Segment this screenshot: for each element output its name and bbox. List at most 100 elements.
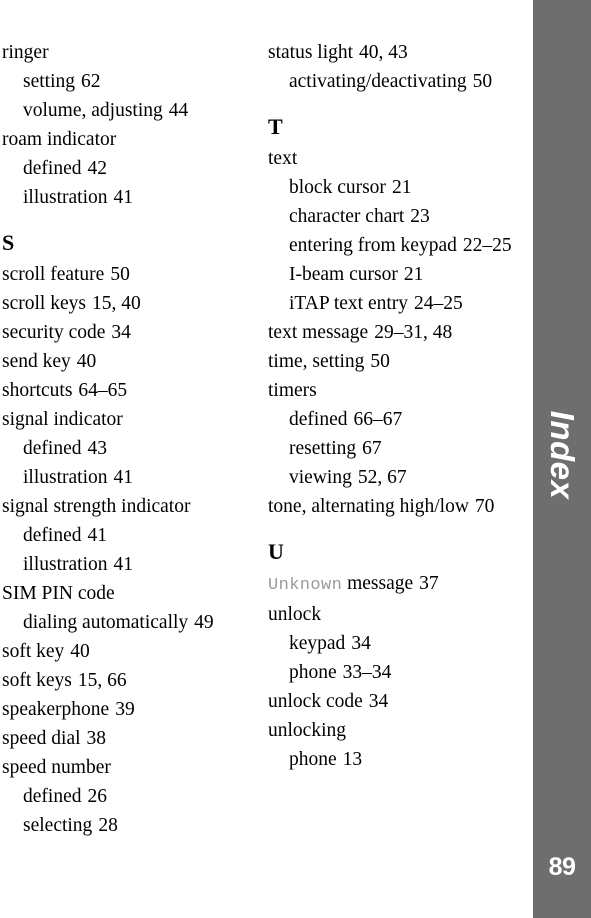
index-subentry: setting 62: [2, 67, 252, 96]
index-entry-label: selecting: [23, 815, 93, 836]
index-section-letter-t: T: [268, 114, 283, 139]
index-entry-pages: 50: [370, 351, 390, 372]
index-subentry: phone 13: [268, 745, 518, 774]
index-subentry: defined 66–67: [268, 405, 518, 434]
index-entry: roam indicator: [2, 125, 252, 154]
index-entry-label: defined: [23, 158, 82, 179]
index-entry-pages: 66–67: [353, 409, 403, 430]
index-entry: speakerphone 39: [2, 695, 252, 724]
index-entry-label: volume, adjusting: [23, 100, 163, 121]
index-entry-pages: 41: [87, 525, 107, 546]
index-entry-label: unlocking: [268, 720, 346, 741]
index-entry-label: defined: [289, 409, 348, 430]
index-subentry: illustration 41: [2, 550, 252, 579]
index-entry-label: resetting: [289, 438, 357, 459]
index-entry: time, setting 50: [268, 347, 518, 376]
index-entry: ringer: [2, 38, 252, 67]
index-entry-label: message: [342, 573, 414, 594]
index-entry-pages: 41: [113, 187, 134, 208]
index-entry-label: tone, alternating high/low: [268, 496, 469, 517]
index-entry-pages: 49: [194, 612, 214, 633]
index-entry-label: dialing automatically: [23, 612, 189, 633]
index-entry-label: block cursor: [289, 177, 386, 198]
index-section-letter-s: S: [2, 230, 15, 255]
index-entry: soft key 40: [2, 637, 252, 666]
index-entry-pages: 38: [86, 728, 107, 749]
index-entry-pages: 52, 67: [357, 467, 407, 488]
index-entry-label: unlock code: [268, 691, 363, 712]
index-entry-pages: 70: [474, 496, 495, 517]
index-entry: unlock: [268, 600, 518, 629]
index-entry-label: SIM PIN code: [2, 583, 115, 604]
index-tab-sidebar: Index 89: [533, 0, 591, 918]
index-entry-label: keypad: [289, 633, 346, 654]
index-subentry: dialing automatically 49: [2, 608, 252, 637]
index-entry: speed number: [2, 753, 252, 782]
index-entry-pages: 13: [342, 749, 363, 770]
index-entry-pages: 62: [81, 71, 101, 92]
index-subentry: defined 43: [2, 434, 252, 463]
index-subentry: character chart 23: [268, 202, 518, 231]
index-section-letter-u: U: [268, 539, 285, 564]
index-entry-pages: 50: [110, 264, 130, 285]
index-entry: signal indicator: [2, 405, 252, 434]
index-entry-label: illustration: [23, 554, 108, 575]
index-entry: text: [268, 144, 518, 173]
index-entry-label: soft keys: [2, 670, 72, 691]
index-entry-pages: 64–65: [78, 380, 128, 401]
index-entry: speed dial 38: [2, 724, 252, 753]
index-subentry: iTAP text entry 24–25: [268, 289, 518, 318]
index-column-left: ringer setting 62 volume, adjusting 44 roam i…: [2, 38, 252, 840]
index-entry-label: unlock: [268, 604, 322, 625]
index-page: ringer setting 62 volume, adjusting 44 roam i…: [0, 0, 591, 918]
index-entry-label: entering from keypad: [289, 235, 457, 256]
index-entry: unlocking: [268, 716, 518, 745]
index-subentry: selecting 28: [2, 811, 252, 840]
index-entry: SIM PIN code: [2, 579, 252, 608]
index-entry-label: timers: [268, 380, 317, 401]
index-entry-pages: 40, 43: [359, 42, 408, 63]
index-entry-label: security code: [2, 322, 106, 343]
index-entry-pages: 40: [70, 641, 90, 662]
index-entry-label: signal strength indicator: [2, 496, 191, 517]
index-subentry: block cursor 21: [268, 173, 518, 202]
index-subentry: resetting 67: [268, 434, 518, 463]
index-entry-label: roam indicator: [2, 129, 117, 150]
index-tab-label: Index: [533, 0, 591, 918]
page-number: 89: [548, 853, 576, 881]
index-entry: scroll feature 50: [2, 260, 252, 289]
index-entry: unlock code 34: [268, 687, 518, 716]
index-entry-label: defined: [23, 525, 82, 546]
index-entry-label: signal indicator: [2, 409, 123, 430]
index-entry-pages: 42: [87, 158, 107, 179]
index-entry-pages: 26: [87, 786, 107, 807]
index-entry-label: activating/deactivating: [289, 71, 467, 92]
index-entry-label: scroll keys: [2, 293, 86, 314]
index-entry-label: text: [268, 148, 298, 169]
index-entry-pages: 29–31, 48: [374, 322, 453, 343]
index-entry-label: viewing: [289, 467, 352, 488]
index-entry: send key 40: [2, 347, 252, 376]
index-entry-label: scroll feature: [2, 264, 105, 285]
index-column-right: status light 40, 43 activating/deactivatin…: [268, 38, 518, 774]
index-entry-label: speed number: [2, 757, 111, 778]
index-entry-pages: 41: [113, 554, 134, 575]
index-entry: security code 34: [2, 318, 252, 347]
index-entry-label: phone: [289, 749, 337, 770]
index-entry-label: soft key: [2, 641, 65, 662]
index-entry-pages: 34: [351, 633, 371, 654]
index-tab-label-text: Index: [544, 410, 581, 500]
index-entry-pages: 24–25: [414, 293, 463, 314]
index-entry-pages: 67: [362, 438, 382, 459]
index-entry: status light 40, 43: [268, 38, 518, 67]
index-entry-label: defined: [23, 786, 82, 807]
index-entry: tone, alternating high/low 70: [268, 492, 518, 521]
index-entry-pages: 28: [98, 815, 118, 836]
index-entry-label: speakerphone: [2, 699, 110, 720]
index-entry-pages: 23: [410, 206, 430, 227]
index-entry-label: I-beam cursor: [289, 264, 398, 285]
index-subentry: illustration 41: [2, 463, 252, 492]
index-subentry: volume, adjusting 44: [2, 96, 252, 125]
index-subentry: defined 26: [2, 782, 252, 811]
index-subentry: entering from keypad 22–25: [268, 231, 518, 260]
